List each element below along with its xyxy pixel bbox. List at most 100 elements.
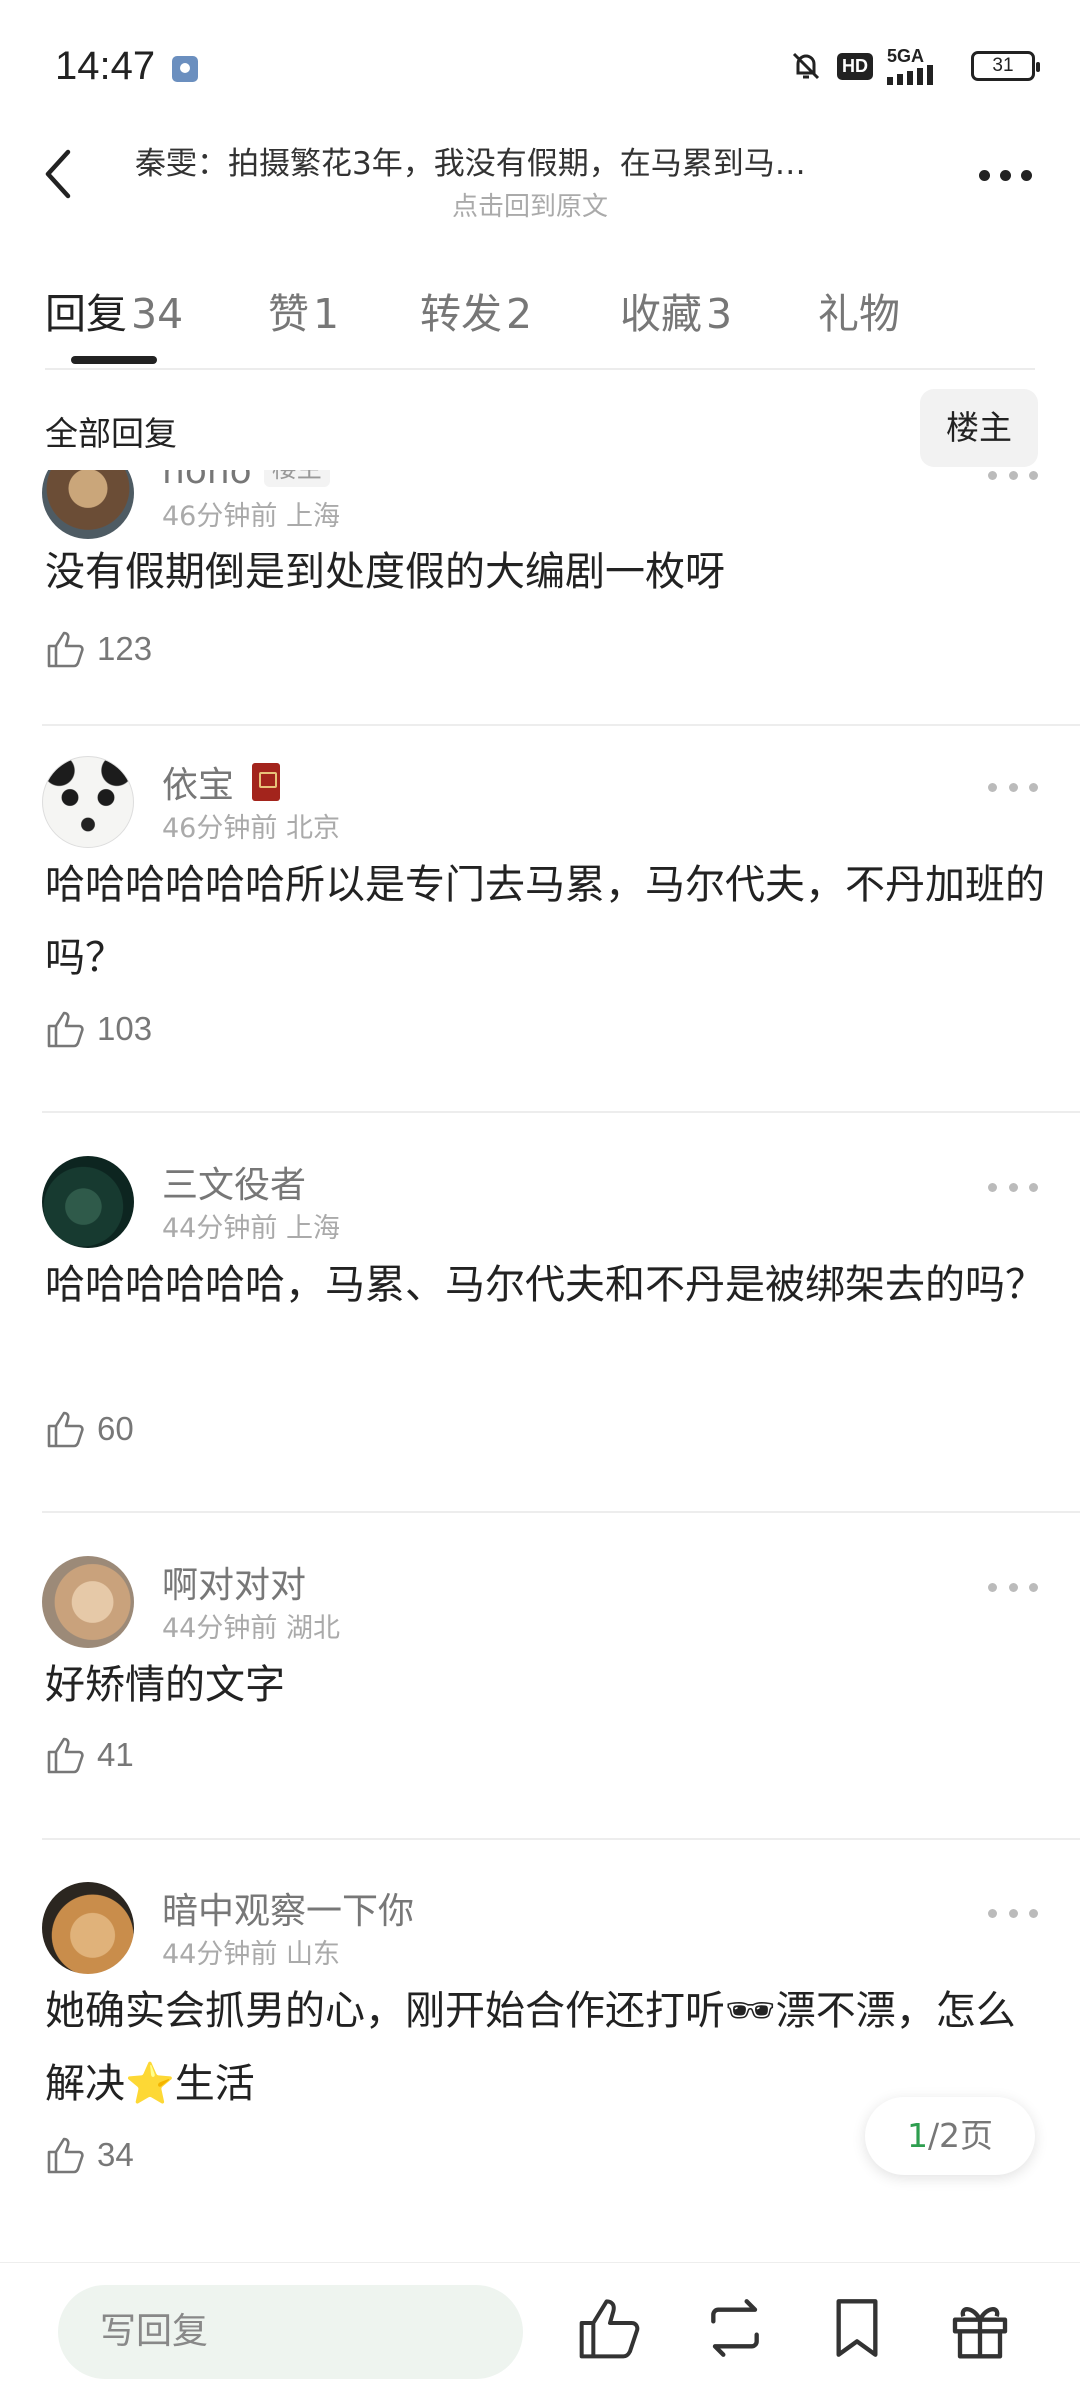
avatar[interactable] [42, 470, 134, 539]
comment-item: 暗中观察一下你 44分钟前 山东 她确实会抓男的心，刚开始合作还打听🕶漂不漂，怎… [0, 1882, 1080, 2260]
network-type: 5GA [887, 46, 925, 66]
comment-time: 46分钟前 [162, 501, 278, 532]
comment-more-button[interactable] [988, 772, 1038, 802]
status-bar: 14:47 HD 5GA 31 [0, 0, 1080, 130]
comment-time: 44分钟前 [162, 1939, 278, 1970]
page-indicator[interactable]: 1/2页 [865, 2097, 1035, 2175]
comment-text: 没有假期倒是到处度假的大编剧一枚呀 [45, 549, 725, 595]
thumbs-up-icon [47, 1737, 84, 1774]
comment-more-button[interactable] [988, 1572, 1038, 1602]
tab-label: 礼物 [818, 290, 900, 338]
like-button[interactable]: 103 [45, 1004, 152, 1054]
tab-label: 回复 [45, 290, 127, 338]
username-text: nono [162, 470, 252, 492]
comment-username[interactable]: 啊对对对 [162, 1556, 306, 1608]
signal-icon [887, 65, 933, 85]
active-tab-indicator [71, 356, 157, 364]
repost-icon[interactable] [700, 2293, 770, 2363]
back-arrow-icon[interactable] [30, 144, 90, 204]
tab-count: 1 [313, 290, 340, 338]
comment-meta: 44分钟前 上海 [162, 1206, 340, 1245]
avatar[interactable] [42, 1882, 134, 1974]
like-count: 41 [97, 1736, 134, 1773]
like-post-icon[interactable] [575, 2293, 645, 2363]
comment-divider [42, 724, 1080, 726]
reply-filter-row: 全部回复 楼主 [0, 385, 1080, 470]
thumbs-up-icon [47, 1411, 84, 1448]
signal-group: 5GA [887, 47, 957, 85]
comment-divider [42, 1511, 1080, 1513]
battery-icon: 31 [971, 51, 1040, 81]
comment-item: 三文役者 44分钟前 上海 哈哈哈哈哈哈，马累、马尔代夫和不丹是被绑架去的吗？ … [0, 1156, 1080, 1556]
tab-label: 收藏 [620, 290, 702, 338]
comment-more-button[interactable] [988, 1172, 1038, 1202]
dot-icon [1020, 169, 1032, 181]
tab-count: 2 [506, 290, 533, 338]
total-pages: /2页 [927, 2116, 994, 2155]
bottom-action-bar: 写回复 [0, 2262, 1080, 2400]
status-icons: HD 5GA 31 [789, 46, 1040, 86]
tab-favorites[interactable]: 收藏3 [620, 280, 732, 340]
comment-location: 北京 [285, 813, 340, 844]
back-to-original-link[interactable]: 点击回到原文 [135, 186, 925, 223]
status-time: 14:47 [55, 44, 156, 88]
tab-count: 34 [131, 290, 184, 338]
thumbs-up-icon [47, 631, 84, 668]
avatar[interactable] [42, 756, 134, 848]
comment-time: 46分钟前 [162, 813, 278, 844]
hd-indicator: HD [837, 52, 873, 80]
post-header: 秦雯：拍摄繁花3年，我没有假期，在马累到马… 点击回到原文 [0, 130, 1080, 245]
like-count: 123 [97, 630, 153, 667]
comment-meta: 44分钟前 湖北 [162, 1606, 340, 1645]
comment-username[interactable]: 依宝 [162, 756, 281, 808]
comment-username[interactable]: nono 楼主 [162, 470, 330, 492]
username-text: 依宝 [162, 765, 235, 806]
more-options-button[interactable] [970, 150, 1040, 200]
comment-location: 上海 [285, 501, 340, 532]
tab-label: 赞 [268, 290, 309, 338]
thumbs-up-icon [47, 2137, 84, 2174]
like-count: 34 [97, 2136, 134, 2173]
comment-username[interactable]: 三文役者 [162, 1156, 306, 1208]
gift-icon[interactable] [945, 2293, 1015, 2363]
comment-time: 44分钟前 [162, 1213, 278, 1244]
comment-more-button[interactable] [988, 470, 1038, 490]
comment-time: 44分钟前 [162, 1613, 278, 1644]
tab-likes[interactable]: 赞1 [268, 280, 339, 340]
comment-list: nono 楼主 46分钟前 上海 没有假期倒是到处度假的大编剧一枚呀 123 依宝… [0, 470, 1080, 2260]
comment-text: 好矫情的文字 [45, 1662, 285, 1708]
mute-icon [792, 52, 820, 80]
tab-replies[interactable]: 回复34 [45, 280, 183, 340]
all-replies-label: 全部回复 [45, 414, 177, 453]
comment-divider [42, 1111, 1080, 1113]
avatar[interactable] [42, 1156, 134, 1248]
like-count: 103 [97, 1010, 153, 1047]
dot-icon [999, 169, 1011, 181]
reply-input[interactable]: 写回复 [58, 2285, 523, 2379]
like-button[interactable]: 60 [45, 1404, 134, 1454]
like-button[interactable]: 123 [45, 624, 152, 674]
post-title[interactable]: 秦雯：拍摄繁花3年，我没有假期，在马累到马… [135, 138, 925, 183]
thumbs-up-icon [47, 1011, 84, 1048]
like-button[interactable]: 41 [45, 1730, 134, 1780]
comment-location: 上海 [285, 1213, 340, 1244]
comment-meta: 44分钟前 山东 [162, 1932, 340, 1971]
bookmark-icon[interactable] [822, 2293, 892, 2363]
tab-reposts[interactable]: 转发2 [420, 280, 532, 340]
tab-bar: 回复34 赞1 转发2 收藏3 礼物 [0, 262, 1080, 372]
dot-icon [978, 169, 990, 181]
tab-divider [45, 368, 1035, 370]
comment-item: 依宝 46分钟前 北京 哈哈哈哈哈哈所以是专门去马累，马尔代夫，不丹加班的吗？ … [0, 756, 1080, 1156]
avatar[interactable] [42, 1556, 134, 1648]
comment-text: 哈哈哈哈哈哈，马累、马尔代夫和不丹是被绑架去的吗？ [45, 1262, 1045, 1308]
comment-item: 啊对对对 44分钟前 湖北 好矫情的文字 41 [0, 1556, 1080, 1881]
tab-gifts[interactable]: 礼物 [818, 280, 900, 340]
comment-location: 湖北 [285, 1613, 340, 1644]
comment-username[interactable]: 暗中观察一下你 [162, 1882, 414, 1934]
like-button[interactable]: 34 [45, 2130, 134, 2180]
comment-text: 哈哈哈哈哈哈所以是专门去马累，马尔代夫，不丹加班的吗？ [45, 862, 1045, 981]
fan-badge-icon [252, 763, 281, 801]
comment-more-button[interactable] [988, 1898, 1038, 1928]
owner-badge: 楼主 [263, 470, 330, 487]
owner-only-button[interactable]: 楼主 [920, 389, 1038, 467]
